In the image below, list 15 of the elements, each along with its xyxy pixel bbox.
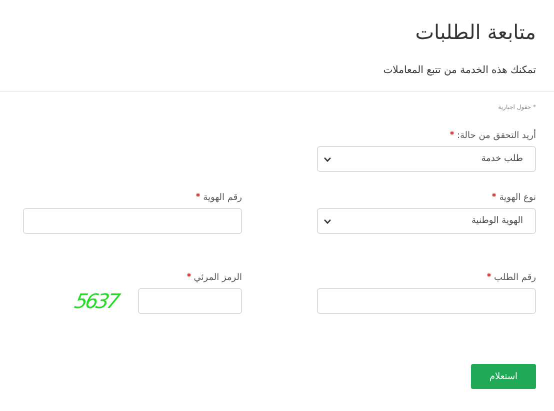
page-title: متابعة الطلبات — [414, 19, 536, 46]
input-field[interactable] — [138, 288, 242, 314]
caret-icon — [324, 218, 331, 224]
field-label: أريد التحقق من حالة: — [456, 131, 536, 141]
page-subtitle: تمكنك هذه الخدمة من تتبع المعاملات — [382, 64, 536, 78]
field-label: رقم الهوية — [203, 193, 242, 203]
field-label: رقم الطلب — [494, 273, 536, 283]
field-label: الرمز المرئي — [194, 273, 242, 283]
input-field[interactable] — [23, 208, 242, 234]
input-field[interactable] — [317, 288, 536, 314]
caret-icon — [324, 156, 331, 162]
captcha-image: 5637 — [72, 289, 121, 313]
dropdown[interactable]: طلب خدمة — [317, 146, 536, 172]
dropdown[interactable]: الهوية الوطنية — [317, 208, 536, 234]
field-label: نوع الهوية — [499, 193, 536, 203]
